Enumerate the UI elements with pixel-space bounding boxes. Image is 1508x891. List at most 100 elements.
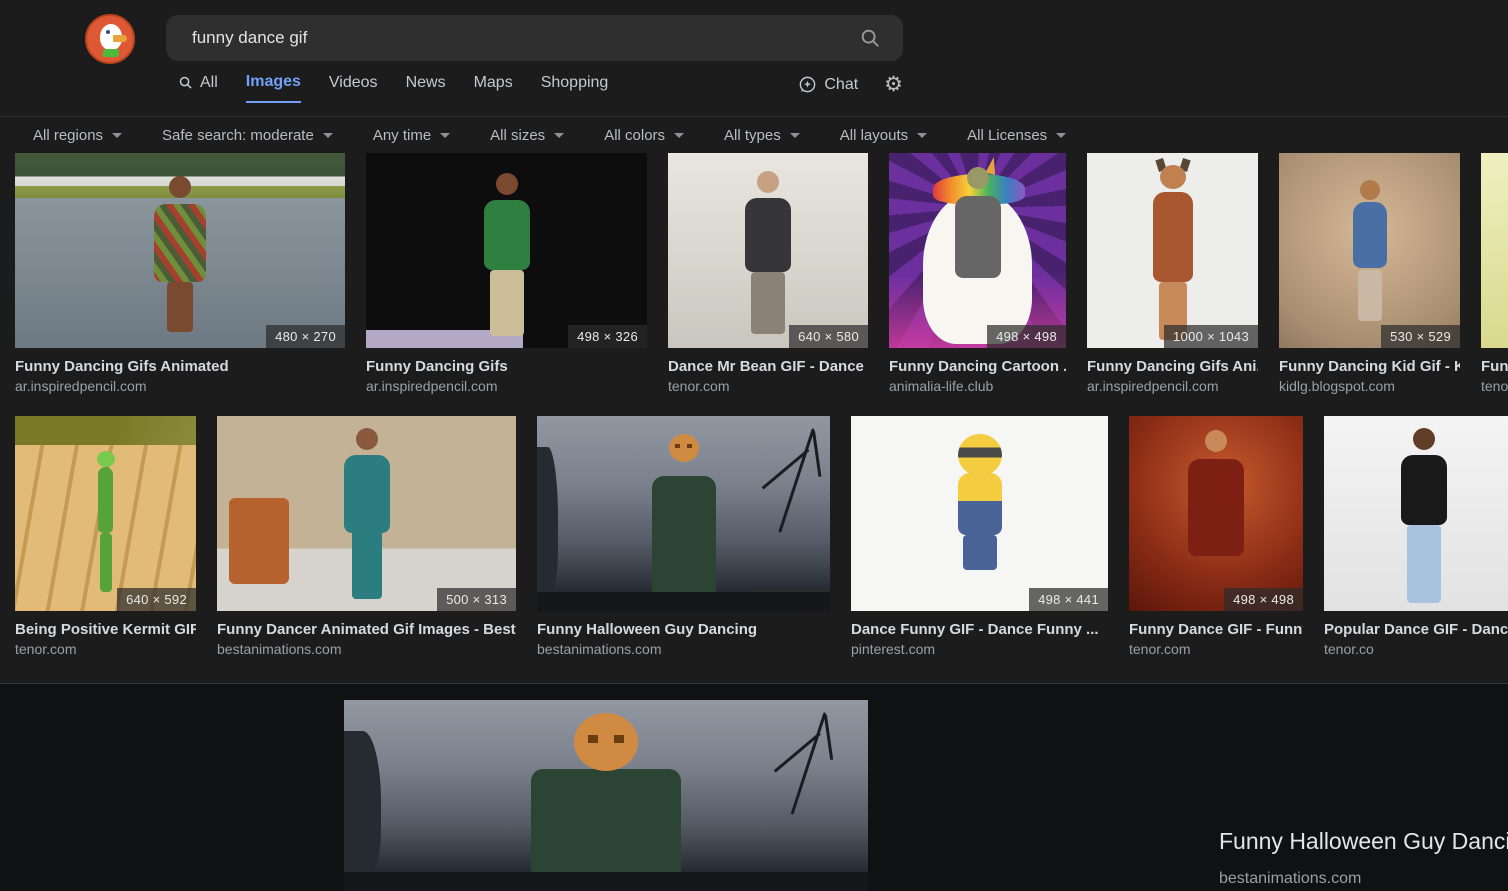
result-title: Funny Dancer Animated Gif Images - Best … <box>217 620 516 639</box>
detail-source-link[interactable]: bestanimations.com <box>1219 870 1508 888</box>
filter-any-time[interactable]: Any time <box>373 127 450 144</box>
detail-preview-image[interactable] <box>344 700 868 891</box>
image-result[interactable]: Funny tenor <box>1481 153 1508 395</box>
thumbnail <box>1324 416 1508 611</box>
size-badge: 1000 × 1043 <box>1164 325 1258 348</box>
thumbnail: 498 × 326 <box>366 153 647 348</box>
result-domain: tenor.com <box>668 377 868 395</box>
tab-maps[interactable]: Maps <box>474 74 513 102</box>
image-result[interactable]: 500 × 313 Funny Dancer Animated Gif Imag… <box>217 416 516 658</box>
image-results-grid: 480 × 270 Funny Dancing Gifs Animated ar… <box>0 153 1508 658</box>
thumbnail: 640 × 592 <box>15 416 196 611</box>
bare-tree-icon <box>791 712 827 815</box>
result-domain: ar.inspiredpencil.com <box>1087 377 1258 395</box>
tab-shopping[interactable]: Shopping <box>541 74 609 102</box>
thumbnail <box>1481 153 1508 348</box>
result-title: Funny <box>1481 357 1508 376</box>
result-title: Funny Dancing Kid Gif - K... <box>1279 357 1460 376</box>
thumbnail: 640 × 580 <box>668 153 868 348</box>
result-title: Funny Dance GIF - Funny Da... <box>1129 620 1303 639</box>
tab-videos[interactable]: Videos <box>329 74 378 102</box>
size-badge: 530 × 529 <box>1381 325 1460 348</box>
filter-all-layouts[interactable]: All layouts <box>840 127 927 144</box>
thumbnail: 498 × 441 <box>851 416 1108 611</box>
size-badge: 640 × 580 <box>789 325 868 348</box>
result-domain: pinterest.com <box>851 640 1108 658</box>
tabs-row: All Images Videos News Maps Shopping Cha… <box>178 72 903 103</box>
size-badge: 498 × 441 <box>1029 588 1108 611</box>
thumbnail: 530 × 529 <box>1279 153 1460 348</box>
thumbnail: 498 × 498 <box>1129 416 1303 611</box>
settings-gear-icon[interactable]: ⚙ <box>884 72 903 103</box>
tab-all[interactable]: All <box>178 74 218 102</box>
image-result[interactable]: 498 × 326 Funny Dancing Gifs ar.inspired… <box>366 153 647 395</box>
thumbnail: 500 × 313 <box>217 416 516 611</box>
duckduckgo-logo[interactable] <box>85 14 135 64</box>
result-domain: tenor <box>1481 377 1508 395</box>
result-title: Dance Funny GIF - Dance Funny ... <box>851 620 1108 639</box>
chevron-down-icon <box>674 133 684 138</box>
result-domain: ar.inspiredpencil.com <box>366 377 647 395</box>
result-domain: tenor.co <box>1324 640 1508 658</box>
result-title: Funny Dancing Cartoon ... <box>889 357 1066 376</box>
filter-all-regions[interactable]: All regions <box>33 127 122 144</box>
filter-all-licenses[interactable]: All Licenses <box>967 127 1066 144</box>
thumbnail: 1000 × 1043 <box>1087 153 1258 348</box>
result-domain: animalia-life.club <box>889 377 1066 395</box>
results-row-2: 640 × 592 Being Positive Kermit GIF - Be… <box>15 416 1508 658</box>
result-title: Funny Dancing Gifs Animated <box>15 357 345 376</box>
result-title: Funny Halloween Guy Dancing <box>537 620 830 639</box>
thumbnail: 500 × 383 <box>537 416 830 611</box>
chat-button[interactable]: Chat <box>798 75 858 100</box>
chevron-down-icon <box>790 133 800 138</box>
search-bar <box>166 15 903 61</box>
detail-info: Funny Halloween Guy Dancing bestanimatio… <box>1219 828 1508 888</box>
result-domain: bestanimations.com <box>537 640 830 658</box>
chevron-down-icon <box>1056 133 1066 138</box>
image-result[interactable]: 500 × 383 Funny Halloween Guy Dancing be… <box>537 416 830 658</box>
result-title: Being Positive Kermit GIF - Bei... <box>15 620 196 639</box>
size-badge: 500 × 313 <box>437 588 516 611</box>
size-badge: 498 × 498 <box>987 325 1066 348</box>
detail-panel: Funny Halloween Guy Dancing bestanimatio… <box>0 683 1508 891</box>
search-icon[interactable] <box>859 27 881 49</box>
chevron-down-icon <box>440 133 450 138</box>
chevron-down-icon <box>917 133 927 138</box>
filter-all-colors[interactable]: All colors <box>604 127 684 144</box>
size-badge: 500 × 383 <box>751 588 830 611</box>
filter-all-types[interactable]: All types <box>724 127 800 144</box>
image-result[interactable]: 498 × 441 Dance Funny GIF - Dance Funny … <box>851 416 1108 658</box>
image-result[interactable]: 530 × 529 Funny Dancing Kid Gif - K... k… <box>1279 153 1460 395</box>
filter-all-sizes[interactable]: All sizes <box>490 127 564 144</box>
image-result[interactable]: 640 × 592 Being Positive Kermit GIF - Be… <box>15 416 196 658</box>
tab-images[interactable]: Images <box>246 73 301 103</box>
search-icon <box>178 75 193 90</box>
detail-title[interactable]: Funny Halloween Guy Dancing <box>1219 828 1508 855</box>
image-result[interactable]: 640 × 580 Dance Mr Bean GIF - Dance ... … <box>668 153 868 395</box>
pumpkin-head-icon <box>574 713 638 771</box>
image-result[interactable]: 1000 × 1043 Funny Dancing Gifs Ani... ar… <box>1087 153 1258 395</box>
chevron-down-icon <box>323 133 333 138</box>
result-title: Funny Dancing Gifs Ani... <box>1087 357 1258 376</box>
chevron-down-icon <box>554 133 564 138</box>
header: All Images Videos News Maps Shopping Cha… <box>0 0 1508 117</box>
result-title: Funny Dancing Gifs <box>366 357 647 376</box>
image-result[interactable]: 480 × 270 Funny Dancing Gifs Animated ar… <box>15 153 345 395</box>
tab-news[interactable]: News <box>406 74 446 102</box>
size-badge: 498 × 326 <box>568 325 647 348</box>
thumbnail: 498 × 498 <box>889 153 1066 348</box>
chevron-down-icon <box>112 133 122 138</box>
filter-safe-search[interactable]: Safe search: moderate <box>162 127 333 144</box>
result-domain: kidlg.blogspot.com <box>1279 377 1460 395</box>
result-title: Dance Mr Bean GIF - Dance ... <box>668 357 868 376</box>
image-result[interactable]: Popular Dance GIF - Dance... tenor.co <box>1324 416 1508 658</box>
filter-bar: All regions Safe search: moderate Any ti… <box>0 117 1508 153</box>
image-result[interactable]: 498 × 498 Funny Dance GIF - Funny Da... … <box>1129 416 1303 658</box>
result-domain: tenor.com <box>15 640 196 658</box>
image-result[interactable]: 498 × 498 Funny Dancing Cartoon ... anim… <box>889 153 1066 395</box>
result-domain: bestanimations.com <box>217 640 516 658</box>
results-row-1: 480 × 270 Funny Dancing Gifs Animated ar… <box>15 153 1508 395</box>
chat-bubble-icon <box>798 75 817 94</box>
search-input[interactable] <box>166 28 859 48</box>
thumbnail: 480 × 270 <box>15 153 345 348</box>
